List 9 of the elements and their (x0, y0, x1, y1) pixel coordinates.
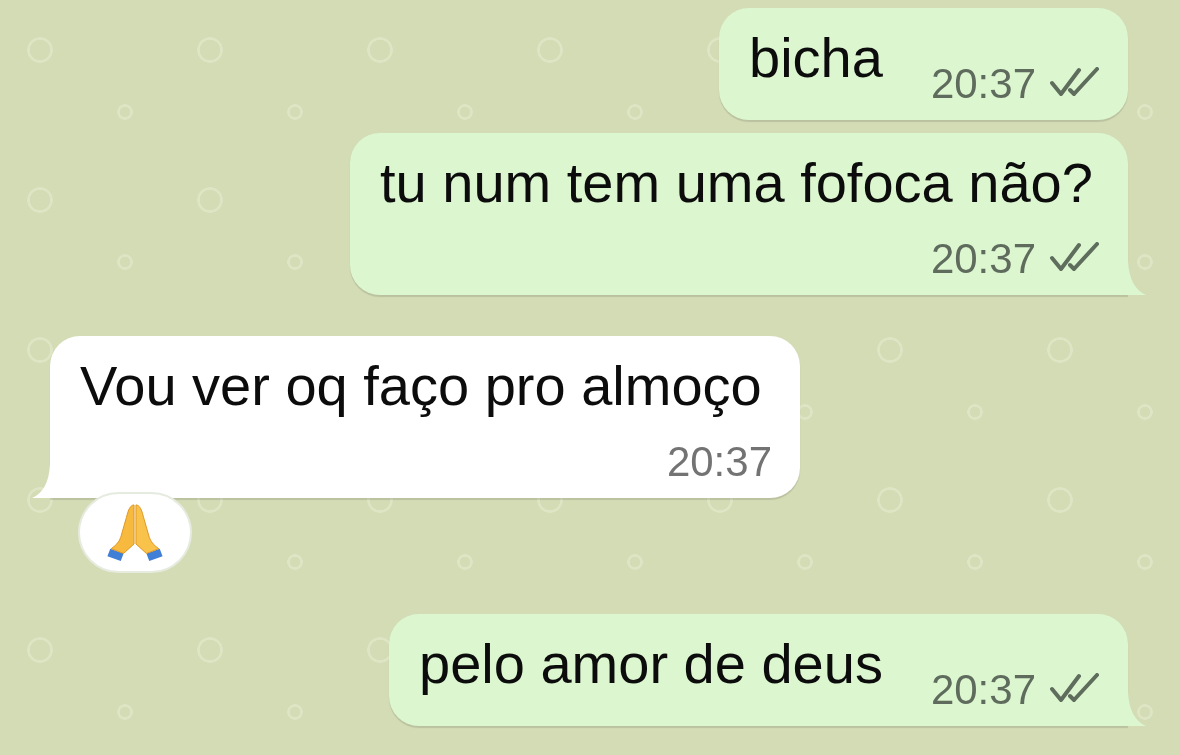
message-text: tu num tem uma fofoca não? (380, 150, 1093, 216)
praying-hands-icon (107, 503, 163, 562)
message-text: bicha (749, 25, 883, 91)
message-text: Vou ver oq faço pro almoço (80, 353, 762, 419)
message-time: 20:37 (930, 665, 1036, 715)
message-time: 20:37 (666, 437, 772, 487)
message-time: 20:37 (930, 234, 1036, 284)
message-text: pelo amor de deus (419, 631, 883, 697)
message-time: 20:37 (930, 59, 1036, 109)
